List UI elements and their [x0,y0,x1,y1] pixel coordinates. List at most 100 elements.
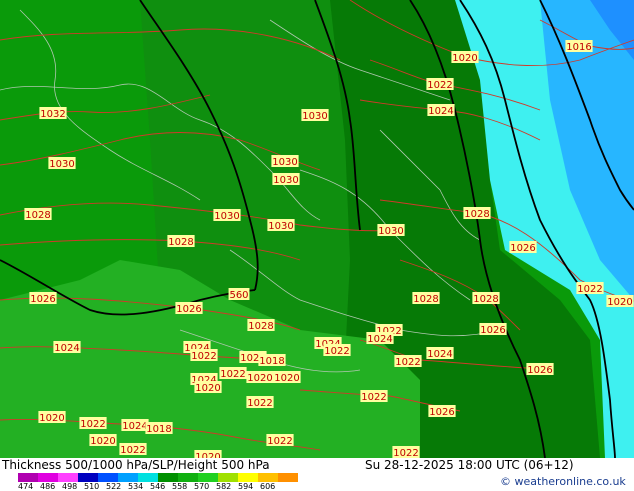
scale-swatch [18,473,38,482]
contour-label: 1022 [79,417,107,430]
contour-label: 1026 [479,323,507,336]
contour-label-text: 1020 [607,297,632,308]
contour-label-text: 1024 [428,106,453,117]
contour-label: 1032 [39,107,67,120]
contour-label: 1028 [412,292,440,305]
contour-label: 1020 [606,295,634,308]
contour-label: 1030 [272,173,300,186]
scale-swatch [158,473,178,482]
scale-swatch [218,473,238,482]
contour-label: 1020 [246,371,274,384]
contour-label: 1024 [426,347,454,360]
contour-label: 1020 [194,450,222,458]
contour-label-text: 1030 [302,111,327,122]
scale-swatch [38,473,58,482]
contour-label: 1020 [451,51,479,64]
contour-label: 1030 [301,109,329,122]
contour-label: 1022 [190,349,218,362]
scale-swatch [178,473,198,482]
contour-label: 1016 [565,40,593,53]
contour-label: 1022 [323,344,351,357]
weather-map: 1032 1030 1028 1028 1030 1030 1030 1030 1030 1020… [0,0,634,458]
contour-label: 1018 [258,354,286,367]
contour-label-text: 1020 [90,436,115,447]
contour-label-text: 1028 [25,210,50,221]
contour-label: 1020 [194,381,222,394]
scale-swatch [78,473,98,482]
thickness-color-scale [18,473,298,482]
contour-label-text: 1024 [427,349,452,360]
contour-label-text: 1024 [54,343,79,354]
contour-label: 1028 [472,292,500,305]
contour-label: 1022 [392,446,420,458]
contour-label-text: 1018 [146,424,171,435]
contour-label: 1030 [48,157,76,170]
map-title: Thickness 500/1000 hPa/SLP/Height 500 hP… [2,458,270,472]
weatheronline-credit[interactable]: © weatheronline.co.uk [500,475,626,488]
scale-swatch [198,473,218,482]
contour-label-text: 1030 [214,211,239,222]
contour-label: 1030 [377,224,405,237]
contour-label: 1018 [145,422,173,435]
contour-label: 1028 [167,235,195,248]
contour-label-text: 1030 [273,175,298,186]
contour-label-text: 1022 [80,419,105,430]
contour-label-text: 1026 [429,407,454,418]
contour-label-text: 1022 [267,436,292,447]
contour-label-text: 1028 [168,237,193,248]
contour-label: 1022 [246,396,274,409]
contour-label: 1030 [213,209,241,222]
contour-label: 1022 [119,443,147,456]
contour-label-text: 1032 [40,109,65,120]
contour-label: 1026 [428,405,456,418]
contour-label: 1028 [463,207,491,220]
contour-label-text: 1030 [268,221,293,232]
contour-label: 1030 [271,155,299,168]
scale-swatch [98,473,118,482]
scale-swatch [118,473,138,482]
contour-label-text: 1020 [39,413,64,424]
contour-label-text: 1028 [464,209,489,220]
contour-label: 1022 [426,78,454,91]
contour-label-text: 1028 [248,321,273,332]
scale-swatch [258,473,278,482]
scale-swatch [238,473,258,482]
map-footer: Thickness 500/1000 hPa/SLP/Height 500 hP… [0,458,634,491]
contour-label: 1026 [509,241,537,254]
contour-label-text: 1024 [367,334,392,345]
contour-label-text: 1020 [452,53,477,64]
contour-label: 1030 [267,219,295,232]
contour-label-text: 1022 [191,351,216,362]
contour-label-text: 1022 [120,445,145,456]
map-canvas: 1032 1030 1028 1028 1030 1030 1030 1030 1030 1020… [0,0,634,458]
contour-label-text: 1022 [577,284,602,295]
contour-label: 1024 [427,104,455,117]
contour-label-text: 1022 [361,392,386,403]
contour-label-text: 1018 [259,356,284,367]
contour-label-text: 1026 [30,294,55,305]
contour-label-text: 1022 [324,346,349,357]
contour-label: 1028 [24,208,52,221]
contour-label-text: 560 [229,290,248,301]
scale-swatch [58,473,78,482]
contour-label: 1022 [266,434,294,447]
contour-label: 1024 [53,341,81,354]
contour-label-text: 1030 [378,226,403,237]
contour-label: 1028 [247,319,275,332]
contour-label-text: 1026 [510,243,535,254]
contour-label: 1020 [89,434,117,447]
contour-label-text: 1020 [195,383,220,394]
contour-label: 1020 [273,371,301,384]
contour-label-text: 1028 [413,294,438,305]
contour-label: 1026 [526,363,554,376]
contour-label-text: 1026 [527,365,552,376]
contour-label-text: 1030 [272,157,297,168]
contour-label-text: 1022 [247,398,272,409]
contour-label-text: 1026 [480,325,505,336]
contour-label-text: 1022 [395,357,420,368]
contour-label-text: 1022 [220,369,245,380]
forecast-datetime: Su 28-12-2025 18:00 UTC (06+12) [365,458,574,472]
contour-label: 560 [228,288,250,301]
contour-label-text: 1030 [49,159,74,170]
contour-label-text: 1026 [176,304,201,315]
